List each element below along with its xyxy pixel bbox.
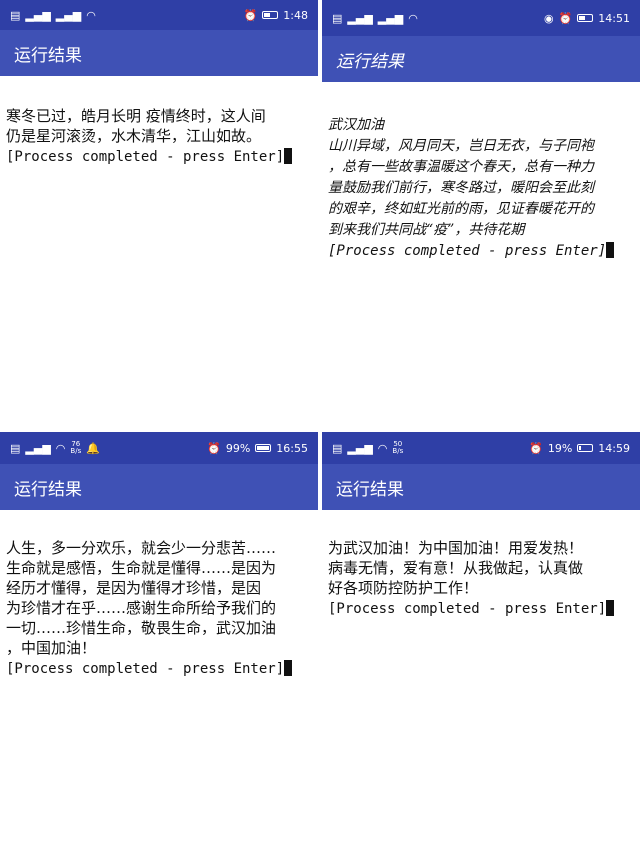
- status-time: 1:48: [283, 8, 308, 22]
- text-cursor[interactable]: [284, 148, 293, 164]
- app-bar: 运行结果: [322, 36, 640, 82]
- page-title: 运行结果: [336, 51, 404, 72]
- output-text: 为武汉加油！为中国加油！用爱发热！ 病毒无情，爱有意！从我做起，认真做 好各项防…: [328, 518, 636, 639]
- output-line: 山川异域，风月同天，岂日无衣，与子同袍: [328, 138, 594, 154]
- status-bar: ▤ ▂▄▆ ▂▄▆ ◠ ◉ ⏰ 14:51: [322, 0, 640, 36]
- net-speed: 50 B/s: [392, 440, 404, 455]
- eye-icon: ◉: [543, 11, 554, 25]
- alarm-icon: ⏰: [243, 8, 258, 22]
- net-speed: 76 B/s: [70, 440, 82, 455]
- output-text: 武汉加油 山川异域，风月同天，岂日无衣，与子同袍 ，总有一些故事温暖这个春天，总…: [328, 94, 636, 283]
- battery-percent: 19%: [547, 441, 573, 455]
- output-line: 的艰辛，终如虹光前的雨，见证春暖花开的: [328, 201, 594, 217]
- output-line: 仍是星河滚烫，水木清华，江山如故。: [6, 127, 262, 145]
- screenshot-panel-4: ▤ ▂▄▆ ◠ 50 B/s ⏰ 19% 14:59 运行结果 为武汉加油！为中国…: [322, 432, 640, 853]
- status-time: 16:55: [276, 441, 308, 455]
- signal-icon: ▂▄▆: [55, 8, 82, 22]
- status-bar: ▤ ▂▄▆ ◠ 76 B/s 🔔 ⏰ 99% 16:55: [0, 432, 318, 464]
- output-line: 量鼓励我们前行，寒冬路过，暖阳会至此刻: [328, 180, 594, 196]
- output-line: 寒冬已过，皓月长明 疫情终时，这人间: [6, 107, 266, 125]
- battery-icon: [262, 11, 279, 19]
- status-time: 14:51: [598, 11, 630, 25]
- app-bar: 运行结果: [0, 464, 318, 510]
- signal-icon: ▂▄▆: [25, 441, 51, 455]
- output-line: 为珍惜才在乎……感谢生命所给予我们的: [6, 599, 277, 617]
- output-text: 寒冬已过，皓月长明 疫情终时，这人间 仍是星河滚烫，水木清华，江山如故。 [Pr…: [6, 86, 314, 187]
- battery-percent: 99%: [225, 441, 251, 455]
- output-line: ，中国加油！: [6, 639, 97, 657]
- battery-icon: [577, 14, 594, 22]
- screenshot-panel-1: ▤ ▂▄▆ ▂▄▆ ◠ ⏰ 1:48 运行结果 寒冬已过，皓月长明 疫情终时，这…: [0, 0, 318, 428]
- text-cursor[interactable]: [606, 242, 615, 258]
- output-line: 到来我们共同战“疫”，共待花期: [328, 222, 525, 238]
- wifi-icon: ◠: [408, 11, 418, 25]
- process-prompt: [Process completed - press Enter]: [328, 601, 607, 617]
- signal-icon: ▂▄▆: [347, 441, 373, 455]
- text-cursor[interactable]: [284, 660, 293, 676]
- process-prompt: [Process completed - press Enter]: [6, 661, 285, 677]
- wifi-icon: ◠: [86, 8, 96, 22]
- output-line: 病毒无情，爱有意！从我做起，认真做: [328, 559, 584, 577]
- output-line: 生命就是感悟，生命就是懂得……是因为: [6, 559, 277, 577]
- wifi-icon: ◠: [377, 441, 388, 455]
- app-bar: 运行结果: [322, 464, 640, 510]
- hd-icon: ▤: [332, 441, 343, 455]
- hd-icon: ▤: [10, 8, 21, 22]
- output-line: 武汉加油: [328, 117, 384, 133]
- alarm-icon: ⏰: [558, 11, 573, 25]
- signal-icon: ▂▄▆: [377, 11, 404, 25]
- status-bar: ▤ ▂▄▆ ◠ 50 B/s ⏰ 19% 14:59: [322, 432, 640, 464]
- output-line: 一切……珍惜生命，敬畏生命，武汉加油: [6, 619, 277, 637]
- process-prompt: [Process completed - press Enter]: [328, 243, 607, 259]
- output-line: 为武汉加油！为中国加油！用爱发热！: [328, 539, 584, 557]
- screenshot-panel-2: ▤ ▂▄▆ ▂▄▆ ◠ ◉ ⏰ 14:51 运行结果 武汉加油 山川异域，风月同…: [322, 0, 640, 428]
- signal-icon: ▂▄▆: [25, 8, 51, 22]
- battery-icon: [255, 444, 272, 452]
- page-title: 运行结果: [14, 45, 82, 66]
- hd-icon: ▤: [332, 11, 343, 25]
- page-title: 运行结果: [336, 479, 404, 500]
- status-time: 14:59: [598, 441, 630, 455]
- wifi-icon: ◠: [55, 441, 66, 455]
- status-bar: ▤ ▂▄▆ ▂▄▆ ◠ ⏰ 1:48: [0, 0, 318, 30]
- alarm-icon: ⏰: [529, 441, 543, 455]
- alarm-icon: ⏰: [207, 441, 221, 455]
- output-text: 人生，多一分欢乐，就会少一分悲苦…… 生命就是感悟，生命就是懂得……是因为 经历…: [6, 518, 314, 699]
- battery-icon: [577, 444, 594, 452]
- hd-icon: ▤: [10, 441, 21, 455]
- app-bar: 运行结果: [0, 30, 318, 76]
- signal-icon: ▂▄▆: [347, 11, 373, 25]
- output-line: 人生，多一分欢乐，就会少一分悲苦……: [6, 539, 277, 557]
- process-prompt: [Process completed - press Enter]: [6, 149, 285, 165]
- bell-icon: 🔔: [86, 441, 100, 455]
- screenshot-panel-3: ▤ ▂▄▆ ◠ 76 B/s 🔔 ⏰ 99% 16:55 运行结果 人生，多一分欢…: [0, 432, 318, 853]
- output-line: 好各项防控防护工作！: [328, 579, 479, 597]
- text-cursor[interactable]: [606, 600, 615, 616]
- output-line: ，总有一些故事温暖这个春天，总有一种力: [328, 159, 594, 175]
- page-title: 运行结果: [14, 479, 82, 500]
- output-line: 经历才懂得，是因为懂得才珍惜，是因: [6, 579, 262, 597]
